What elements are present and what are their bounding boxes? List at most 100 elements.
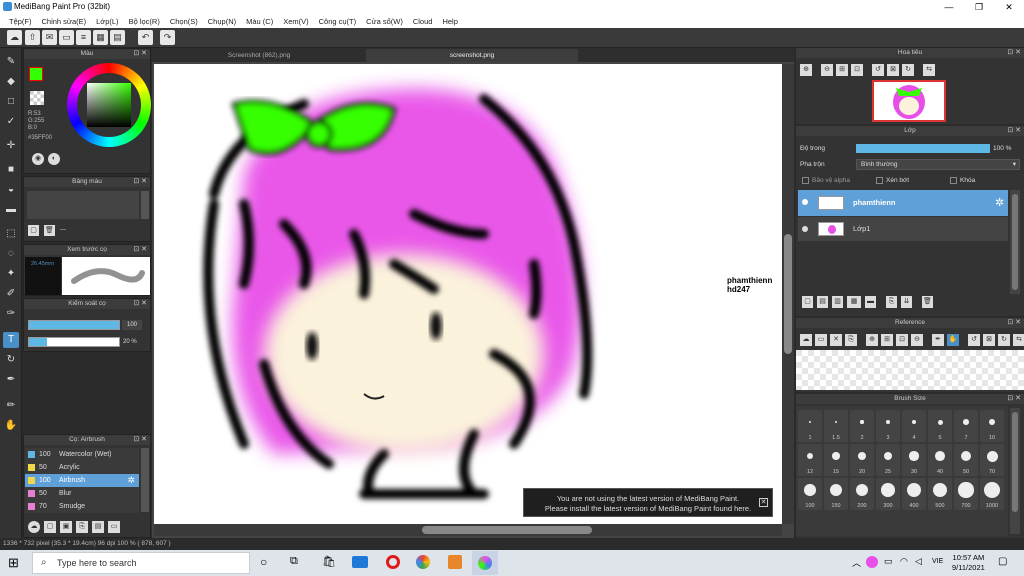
mail-icon[interactable] [352,556,368,568]
opera-icon[interactable] [386,555,400,569]
lock-checkbox[interactable]: Khóa [950,177,975,184]
brush-cloud-icon[interactable]: ☁ [28,521,40,533]
language-indicator[interactable]: VIE [932,558,943,565]
brush-size-option[interactable]: 70 [980,444,1004,476]
reference-zoom-in-icon[interactable]: ⊕ [866,334,878,346]
brush-size-option[interactable]: 400 [902,478,926,510]
panel-close-icon[interactable]: ⊡ ✕ [1007,318,1021,328]
brush-size-option[interactable]: 1000 [980,478,1004,510]
brush-size-scrollbar[interactable] [1010,408,1020,534]
eraser-tool-icon[interactable]: ◆ [3,74,19,90]
zoom-out-icon[interactable]: ⊖ [821,64,833,76]
brush-size-option[interactable]: 1 [798,410,822,442]
transparent-swatch[interactable] [30,91,44,105]
color-settings-icon[interactable]: ◐ [48,153,60,165]
reference-zoom-out-icon[interactable]: ⊖ [911,334,923,346]
navigator-thumbnail[interactable] [872,80,946,122]
bucket-tool-icon[interactable]: ◒ [3,182,19,198]
cortana-icon[interactable]: ○ [260,555,267,569]
brush-size-option[interactable]: 30 [902,444,926,476]
rotate-right-icon[interactable]: ↻ [902,64,914,76]
panel-close-icon[interactable]: ⊡ ✕ [133,245,147,255]
canvas-horizontal-scrollbar[interactable] [154,524,782,536]
brush-list-item[interactable]: 50 Blur [25,487,139,500]
palette-scrollbar[interactable] [141,191,149,219]
brush-settings-icon[interactable]: ✲ [127,474,135,487]
drawing-canvas[interactable] [154,64,782,524]
reference-rotate-left-icon[interactable]: ↺ [968,334,980,346]
tab-screenshot[interactable]: screenshot.png [366,49,578,62]
close-button[interactable]: ✕ [994,0,1024,14]
layer-scrollbar[interactable] [1010,190,1020,294]
visibility-icon[interactable] [802,226,808,232]
close-notification-icon[interactable]: ✕ [759,498,768,507]
flip-icon[interactable]: ⇆ [923,64,935,76]
brush-size-option[interactable]: 20 [850,444,874,476]
menu-filter[interactable]: Bộ lọc(R) [124,17,165,26]
menu-view[interactable]: Xem(V) [278,17,313,26]
menu-file[interactable]: Tệp(F) [4,17,37,26]
shape-tool-icon[interactable]: ■ [3,162,19,178]
text-tool-icon[interactable]: T [3,332,19,348]
tab-screenshot-862[interactable]: Screenshot (862).png [154,49,364,62]
brush-size-option[interactable]: 300 [876,478,900,510]
delete-palette-icon[interactable]: 🗑 [44,225,55,236]
menu-cloud[interactable]: Cloud [408,17,438,26]
blend-mode-select[interactable]: Bình thường ▾ [856,159,1020,170]
brush-list-item[interactable]: 70 Smudge [25,500,139,513]
new-layer-icon[interactable]: ▢ [802,296,813,308]
app-icon-orange[interactable] [448,555,462,569]
list-icon[interactable]: ≡ [76,30,91,45]
wifi-icon[interactable]: ◠ [900,556,908,567]
update-notification[interactable]: You are not using the latest version of … [523,488,773,517]
brush-size-option[interactable]: 50 [954,444,978,476]
menu-layer[interactable]: Lớp(L) [91,17,123,26]
reference-canvas[interactable] [796,350,1024,390]
taskbar-search-input[interactable]: ⌕ Type here to search [32,552,250,574]
gradient-tool-icon[interactable]: ▬ [3,202,19,218]
pen-icon[interactable]: ✏ [3,398,19,414]
hue-wheel[interactable] [67,63,151,147]
layer-row-selected[interactable]: phamthienn ✲ [798,190,1008,216]
duplicate-layer-icon[interactable]: ⎘ [886,296,897,308]
foreground-color-swatch[interactable] [29,67,43,81]
panel-close-icon[interactable]: ⊡ ✕ [1007,126,1021,136]
brush-size-option[interactable]: 1.5 [824,410,848,442]
grid-icon[interactable]: ▦ [93,30,108,45]
chrome-icon[interactable] [416,555,430,569]
layer-settings-icon[interactable]: ✲ [995,196,1004,209]
panel-close-icon[interactable]: ⊡ ✕ [1007,48,1021,58]
store-icon[interactable]: 🛍 [322,555,336,568]
brush-list-item[interactable]: 100 Watercolor (Wet) [25,448,139,461]
menu-help[interactable]: Help [437,17,462,26]
brush-size-option[interactable]: 12 [798,444,822,476]
delete-brush-icon[interactable]: ▭ [108,521,120,533]
maximize-button[interactable]: ❐ [964,0,994,14]
brush-size-option[interactable]: 4 [902,410,926,442]
panel-close-icon[interactable]: ⊡ ✕ [133,299,147,309]
brush-size-option[interactable]: 3 [876,410,900,442]
reference-copy-icon[interactable]: ⎘ [845,334,857,346]
undo-icon[interactable]: ↶ [138,30,153,45]
rotate-left-icon[interactable]: ↺ [872,64,884,76]
brush-list-scrollbar[interactable] [141,448,149,512]
tray-app-icon[interactable] [866,556,878,568]
panel-close-icon[interactable]: ⊡ ✕ [133,49,147,59]
lasso-tool-icon[interactable]: ◌ [3,246,19,262]
menu-edit[interactable]: Chỉnh sửa(E) [37,17,92,26]
panel-close-icon[interactable]: ⊡ ✕ [133,435,147,445]
brush-size-option[interactable]: 7 [954,410,978,442]
actual-size-icon[interactable]: ⊡ [851,64,863,76]
chat-icon[interactable]: ✉ [42,30,57,45]
new-8bit-layer-icon[interactable]: ▥ [832,296,843,308]
brush-size-option[interactable]: 2 [850,410,874,442]
tray-chevron-icon[interactable]: ︿ [852,556,861,569]
menu-tools[interactable]: Công cụ(T) [314,17,362,26]
minimize-button[interactable]: — [934,0,964,14]
brush-settings-icon[interactable]: ▤ [92,521,104,533]
new-halftone-layer-icon[interactable]: ▤ [817,296,828,308]
add-brush-icon[interactable]: ▣ [60,521,72,533]
windows-start-icon[interactable]: ⊞ [8,556,22,570]
marquee-tool-icon[interactable]: ⬚ [3,226,19,242]
comment-icon[interactable]: ▭ [59,30,74,45]
